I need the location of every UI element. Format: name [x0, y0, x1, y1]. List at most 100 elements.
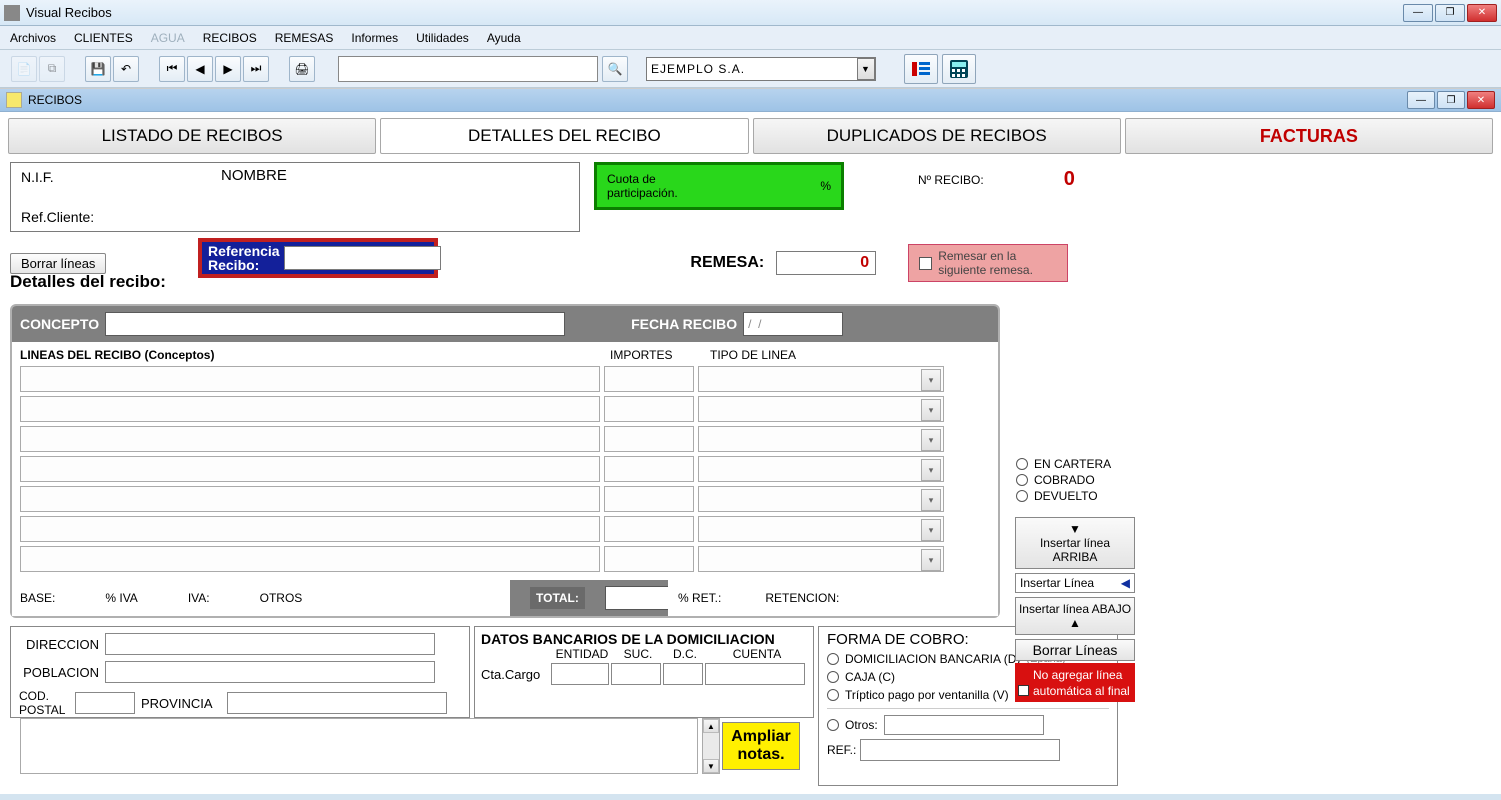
right-column: EN CARTERA COBRADO DEVUELTO ▼Insertar lí…: [1015, 457, 1135, 702]
codpostal-input[interactable]: [75, 692, 135, 714]
insertar-abajo-button[interactable]: Insertar línea ABAJO▲: [1015, 597, 1135, 635]
borrar-lineas-button[interactable]: Borrar líneas: [10, 253, 106, 274]
mdi-minimize-button[interactable]: —: [1407, 91, 1435, 109]
minimize-button[interactable]: —: [1403, 4, 1433, 22]
referencia-recibo-input[interactable]: [284, 246, 441, 270]
totals-row: BASE: % IVA IVA: OTROS TOTAL: % RET.: RE…: [12, 580, 998, 616]
line-tipo-select[interactable]: [698, 486, 944, 512]
line-concept-input[interactable]: [20, 426, 600, 452]
line-tipo-select[interactable]: [698, 546, 944, 572]
search-input[interactable]: [338, 56, 598, 82]
menu-utilidades[interactable]: Utilidades: [416, 31, 469, 45]
menubar: Archivos CLIENTES AGUA RECIBOS REMESAS I…: [0, 26, 1501, 50]
last-button[interactable]: ⏭: [243, 56, 269, 82]
provincia-label: PROVINCIA: [141, 696, 221, 711]
detalle-panel: CONCEPTO FECHA RECIBO LINEAS DEL RECIBO …: [10, 304, 1000, 618]
line-tipo-select[interactable]: [698, 426, 944, 452]
line-tipo-select[interactable]: [698, 456, 944, 482]
line-concept-input[interactable]: [20, 546, 600, 572]
remesar-siguiente-box[interactable]: Remesar en la siguiente remesa.: [908, 244, 1068, 282]
line-importe-input[interactable]: [604, 366, 694, 392]
prev-button[interactable]: ◀: [187, 56, 213, 82]
chevron-down-icon[interactable]: ▼: [857, 58, 875, 80]
remesar-checkbox[interactable]: [919, 257, 932, 270]
tab-facturas[interactable]: FACTURAS: [1125, 118, 1493, 154]
bank-entidad-input[interactable]: [551, 663, 609, 685]
search-button[interactable]: 🔍: [602, 56, 628, 82]
mdi-close-button[interactable]: ✕: [1467, 91, 1495, 109]
line-concept-input[interactable]: [20, 366, 600, 392]
menu-remesas[interactable]: REMESAS: [275, 31, 334, 45]
fecha-recibo-label: FECHA RECIBO: [631, 316, 737, 332]
detalles-recibo-label: Detalles del recibo:: [10, 272, 166, 292]
cobro-ref-input[interactable]: [860, 739, 1060, 761]
no-agregar-auto-box[interactable]: No agregar línea automática al final: [1015, 663, 1135, 702]
menu-recibos[interactable]: RECIBOS: [203, 31, 257, 45]
poblacion-input[interactable]: [105, 661, 435, 683]
provincia-input[interactable]: [227, 692, 447, 714]
menu-archivos[interactable]: Archivos: [10, 31, 56, 45]
scroll-track[interactable]: [703, 733, 719, 759]
menu-ayuda[interactable]: Ayuda: [487, 31, 521, 45]
line-importe-input[interactable]: [604, 396, 694, 422]
otros-label: OTROS: [260, 591, 303, 605]
line-importe-input[interactable]: [604, 546, 694, 572]
notes-textarea[interactable]: [20, 718, 698, 774]
line-tipo-select[interactable]: [698, 396, 944, 422]
insertar-arriba-button[interactable]: ▼Insertar línea ARRIBA: [1015, 517, 1135, 569]
no-agregar-checkbox[interactable]: [1018, 685, 1029, 696]
menu-informes[interactable]: Informes: [351, 31, 398, 45]
cobro-otros-input[interactable]: [884, 715, 1044, 735]
direccion-input[interactable]: [105, 633, 435, 655]
line-tipo-select[interactable]: [698, 516, 944, 542]
line-concept-input[interactable]: [20, 456, 600, 482]
borrar-lineas-button-2[interactable]: Borrar Líneas: [1015, 639, 1135, 661]
line-importe-input[interactable]: [604, 456, 694, 482]
radio-en-cartera[interactable]: EN CARTERA: [1016, 457, 1135, 471]
line-importe-input[interactable]: [604, 486, 694, 512]
print-button[interactable]: 🖨: [289, 56, 315, 82]
close-button[interactable]: ✕: [1467, 4, 1497, 22]
copy-button: ⧉: [39, 56, 65, 82]
pctiva-label: % IVA: [105, 591, 137, 605]
scroll-down-icon[interactable]: ▼: [703, 759, 719, 773]
tab-detalles[interactable]: DETALLES DEL RECIBO: [380, 118, 748, 154]
scroll-up-icon[interactable]: ▲: [703, 719, 719, 733]
bank-cuenta-input[interactable]: [705, 663, 805, 685]
menu-clientes[interactable]: CLIENTES: [74, 31, 133, 45]
insertar-linea-button[interactable]: Insertar Línea◀: [1015, 573, 1135, 593]
radio-cobrado[interactable]: COBRADO: [1016, 473, 1135, 487]
tab-listado[interactable]: LISTADO DE RECIBOS: [8, 118, 376, 154]
tab-duplicados[interactable]: DUPLICADOS DE RECIBOS: [753, 118, 1121, 154]
fecha-recibo-input[interactable]: [743, 312, 843, 336]
company-select[interactable]: EJEMPLO S.A. ▼: [646, 57, 876, 81]
ampliar-notas-button[interactable]: Ampliar notas.: [722, 722, 800, 770]
company-select-value: EJEMPLO S.A.: [651, 62, 745, 76]
notes-scrollbar[interactable]: ▲ ▼: [702, 718, 720, 774]
undo-button[interactable]: ↶: [113, 56, 139, 82]
calc-button[interactable]: [942, 54, 976, 84]
line-row: [12, 456, 998, 486]
bank-suc-input[interactable]: [611, 663, 661, 685]
save-button[interactable]: 💾: [85, 56, 111, 82]
radio-devuelto[interactable]: DEVUELTO: [1016, 489, 1135, 503]
row-controls: Borrar líneas Referencia Recibo: Detalle…: [10, 244, 1491, 282]
bank-dc-input[interactable]: [663, 663, 703, 685]
list-view-button[interactable]: [904, 54, 938, 84]
remesa-value: 0: [776, 251, 876, 275]
line-concept-input[interactable]: [20, 396, 600, 422]
concepto-input[interactable]: [105, 312, 565, 336]
line-concept-input[interactable]: [20, 516, 600, 542]
line-importe-input[interactable]: [604, 426, 694, 452]
next-button[interactable]: ▶: [215, 56, 241, 82]
totals-left: BASE: % IVA IVA: OTROS: [12, 580, 510, 616]
pctret-label: % RET.:: [678, 591, 721, 605]
line-concept-input[interactable]: [20, 486, 600, 512]
maximize-button[interactable]: ❐: [1435, 4, 1465, 22]
line-tipo-select[interactable]: [698, 366, 944, 392]
first-button[interactable]: ⏮: [159, 56, 185, 82]
referencia-recibo-box: Referencia Recibo:: [198, 238, 438, 278]
line-importe-input[interactable]: [604, 516, 694, 542]
mdi-maximize-button[interactable]: ❐: [1437, 91, 1465, 109]
cobro-otros[interactable]: Otros:: [827, 715, 1109, 735]
